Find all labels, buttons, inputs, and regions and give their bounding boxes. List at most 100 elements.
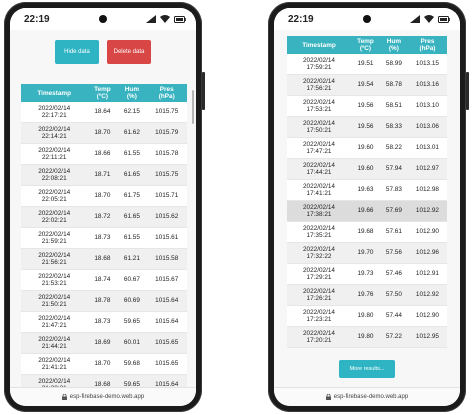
timestamp-time: 17:50:21 [306,127,332,134]
readings-table-left: Timestamp Temp (ºC) Hum (%) Pres (hPa) 2022… [21,84,187,388]
cell-temp: 18.73 [87,311,118,333]
cell-pres: 1015.64 [146,290,187,312]
col-hum: Hum (%) [379,36,408,54]
cell-temp: 19.63 [351,179,380,201]
col-timestamp: Timestamp [287,36,351,54]
cell-pres: 1015.75 [146,164,187,186]
cell-temp: 18.68 [87,248,118,270]
cell-pres: 1015.65 [146,332,187,354]
screen-right: 22:19 Timestamp Temp (ºC) Hum (%) Pres (hPa… [274,8,460,406]
timestamp-time: 17:29:21 [306,274,332,281]
col-pres: Pres (hPa) [146,84,187,102]
table-row: 2022/02/14 17:20:21 19.80 57.22 1012.95 [287,326,447,348]
col-timestamp: Timestamp [21,84,88,102]
hide-data-button[interactable]: Hide data [55,40,99,64]
delete-data-button[interactable]: Delete data [107,40,151,64]
col-pres-unit: (hPa) [158,93,175,100]
col-temp-unit: (ºC) [96,93,108,100]
cell-temp: 18.74 [87,269,118,291]
table-row: 2022/02/14 17:44:21 19.60 57.94 1012.97 [287,158,447,180]
timestamp-date: 2022/02/14 [303,203,335,211]
timestamp-date: 2022/02/14 [303,329,335,337]
col-pres-unit: (hPa) [419,45,436,52]
cell-timestamp: 2022/02/14 21:53:21 [21,269,88,291]
status-time: 22:19 [288,13,314,25]
cell-pres: 1015.64 [146,311,187,333]
url-text: esp-firebase-demo.web.app [69,394,145,400]
cell-hum: 57.50 [379,284,408,306]
power-button [202,72,205,110]
more-results-button[interactable]: More results... [339,360,395,378]
table-row: 2022/02/14 21:44:21 18.69 60.01 1015.65 [21,332,187,354]
status-icons [146,15,186,23]
cell-hum: 58.51 [379,95,408,117]
timestamp-date: 2022/02/14 [38,230,71,238]
cell-temp: 18.70 [87,122,118,144]
cell-timestamp: 2022/02/14 17:38:21 [287,200,351,222]
timestamp-date: 2022/02/14 [303,266,335,274]
timestamp-date: 2022/02/14 [303,245,335,253]
table-row: 2022/02/14 22:02:21 18.72 61.65 1015.62 [21,206,187,228]
timestamp-date: 2022/02/14 [38,146,71,154]
timestamp-time: 17:23:21 [306,316,332,323]
timestamp-time: 17:32:22 [306,253,332,260]
timestamp-date: 2022/02/14 [303,308,335,316]
timestamp-time: 22:17:21 [41,112,67,119]
cell-hum: 57.94 [379,158,408,180]
cell-timestamp: 2022/02/14 17:50:21 [287,116,351,138]
timestamp-date: 2022/02/14 [303,182,335,190]
cell-pres: 1012.92 [407,284,447,306]
table-row: 2022/02/14 17:53:21 19.56 58.51 1013.10 [287,95,447,117]
cell-timestamp: 2022/02/14 17:20:21 [287,326,351,348]
cell-hum: 60.67 [117,269,147,291]
timestamp-date: 2022/02/14 [38,377,71,385]
cell-hum: 58.22 [379,137,408,159]
cell-temp: 18.69 [87,332,118,354]
table-header: Timestamp Temp (ºC) Hum (%) Pres (hPa) [287,36,447,54]
table-row: 2022/02/14 17:56:21 19.54 58.78 1013.16 [287,74,447,96]
url-bar[interactable]: esp-firebase-demo.web.app [10,387,196,406]
cell-pres: 1015.61 [146,227,187,249]
cell-hum: 60.01 [117,332,147,354]
signal-icon [146,15,156,23]
cell-pres: 1013.16 [407,74,447,96]
status-icons [410,15,450,23]
cell-hum: 58.33 [379,116,408,138]
cell-pres: 1015.64 [146,374,187,388]
cell-timestamp: 2022/02/14 17:29:21 [287,263,351,285]
cell-pres: 1015.67 [146,269,187,291]
phone-left: 22:19 Hide data Delete data Timestamp Te… [4,2,205,412]
phone-right: 22:19 Timestamp Temp (ºC) Hum (%) Pres (hPa… [268,2,469,412]
timestamp-date: 2022/02/14 [38,293,71,301]
timestamp-time: 21:44:21 [41,343,67,350]
timestamp-time: 22:08:21 [41,175,67,182]
timestamp-date: 2022/02/14 [38,314,71,322]
cell-timestamp: 2022/02/14 17:23:21 [287,305,351,327]
cell-temp: 19.70 [351,242,380,264]
col-temp: Temp (ºC) [87,84,118,102]
table-row: 2022/02/14 17:47:21 19.60 58.22 1013.01 [287,137,447,159]
cell-timestamp: 2022/02/14 17:47:21 [287,137,351,159]
timestamp-date: 2022/02/14 [303,224,335,232]
timestamp-time: 17:26:21 [306,295,332,302]
cell-hum: 57.83 [379,179,408,201]
cell-pres: 1013.15 [407,54,447,75]
cell-pres: 1012.98 [407,179,447,201]
url-bar[interactable]: esp-firebase-demo.web.app [274,387,460,406]
table-row: 2022/02/14 17:32:22 19.70 57.56 1012.96 [287,242,447,264]
scrollbar-thumb[interactable] [192,90,194,124]
cell-pres: 1013.06 [407,116,447,138]
cell-pres: 1015.75 [146,102,187,123]
cell-pres: 1012.92 [407,200,447,222]
timestamp-time: 17:47:21 [306,148,332,155]
cell-temp: 18.71 [87,164,118,186]
cell-timestamp: 2022/02/14 22:11:21 [21,143,88,165]
table-row: 2022/02/14 17:26:21 19.76 57.50 1012.92 [287,284,447,306]
page-content-right: Timestamp Temp (ºC) Hum (%) Pres (hPa) 2022… [274,30,460,388]
table-row: 2022/02/14 22:14:21 18.70 61.62 1015.79 [21,122,187,144]
table-row: 2022/02/14 22:05:21 18.70 61.75 1015.71 [21,185,187,207]
table-row: 2022/02/14 17:38:21 19.66 57.69 1012.92 [287,200,447,222]
timestamp-date: 2022/02/14 [38,188,71,196]
timestamp-time: 22:02:21 [41,217,67,224]
cell-timestamp: 2022/02/14 21:56:21 [21,248,88,270]
